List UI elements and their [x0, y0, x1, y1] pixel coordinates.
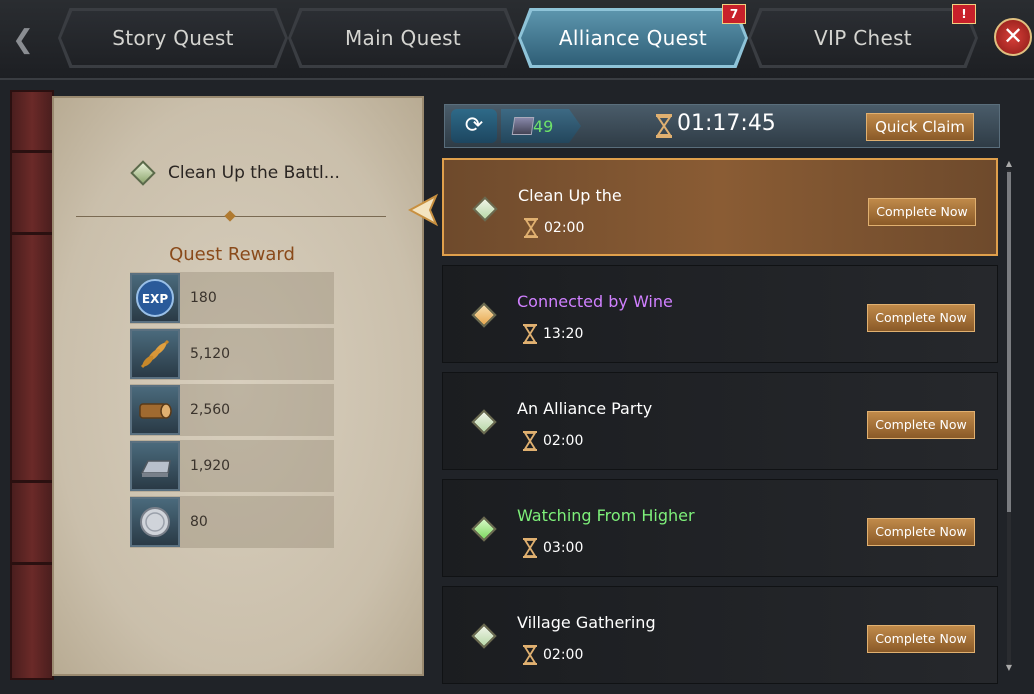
alliance-quest-screen: ❮ Story Quest Main Quest Alliance Quest …: [0, 0, 1034, 694]
quest-diamond-icon: [471, 409, 497, 435]
quest-diamond-icon: [471, 516, 497, 542]
tab-vip-chest-label: VIP Chest: [814, 26, 912, 50]
reward-value: 2,560: [190, 402, 231, 418]
book-page: Clean Up the Battl... Quest Reward EXP 1…: [52, 96, 424, 676]
ticket-count: 49: [533, 117, 554, 136]
quest-item[interactable]: Clean Up the 02:00 Complete Now: [442, 158, 998, 256]
close-icon: ✕: [1002, 22, 1024, 50]
selected-quest-title: Clean Up the Battl...: [168, 163, 340, 183]
quest-diamond-icon: [471, 302, 497, 328]
quest-diamond-icon: [472, 196, 498, 222]
tab-main-quest[interactable]: Main Quest: [288, 8, 518, 68]
tab-alliance-quest[interactable]: Alliance Quest: [518, 8, 748, 68]
reward-row: EXP 180: [130, 272, 334, 324]
exp-icon: EXP: [130, 273, 180, 323]
tab-story-quest-label: Story Quest: [112, 26, 234, 50]
reward-value: 80: [190, 514, 208, 530]
reward-row: 2,560: [130, 384, 334, 436]
wood-log-icon: [130, 385, 180, 435]
reward-row: 80: [130, 496, 334, 548]
refresh-icon: ⟳: [464, 113, 484, 138]
svg-text:EXP: EXP: [142, 292, 168, 306]
quest-ticket-icon: [511, 117, 535, 135]
scroll-thumb[interactable]: [1007, 172, 1011, 512]
quest-item[interactable]: Watching From Higher 03:00 Complete Now: [442, 479, 998, 577]
selected-quest-title-row: Clean Up the Battl...: [130, 158, 340, 188]
quest-name: An Alliance Party: [517, 399, 653, 418]
reward-value: 1,920: [190, 458, 231, 474]
alliance-quest-badge: 7: [722, 4, 746, 24]
complete-now-button[interactable]: Complete Now: [867, 411, 975, 439]
quest-duration: 13:20: [543, 326, 584, 342]
complete-now-button[interactable]: Complete Now: [867, 304, 975, 332]
hourglass-icon: [655, 113, 673, 143]
wheat-icon: [130, 329, 180, 379]
tab-alliance-quest-label: Alliance Quest: [558, 26, 708, 50]
quest-duration: 02:00: [543, 647, 584, 663]
tab-story-quest[interactable]: Story Quest: [58, 8, 288, 68]
quest-item[interactable]: An Alliance Party 02:00 Complete Now: [442, 372, 998, 470]
selection-pointer-icon: [407, 192, 439, 228]
quest-name: Clean Up the: [518, 186, 622, 205]
hourglass-icon: [523, 645, 537, 669]
quest-name: Village Gathering: [517, 613, 656, 632]
scroll-up-icon[interactable]: ▲: [1004, 160, 1014, 168]
quest-diamond-icon: [471, 623, 497, 649]
complete-now-button[interactable]: Complete Now: [868, 198, 976, 226]
close-button[interactable]: ✕: [994, 18, 1032, 56]
quest-detail-book: Clean Up the Battl... Quest Reward EXP 1…: [10, 90, 430, 680]
quest-name: Watching From Higher: [517, 506, 695, 525]
silver-coin-icon: [130, 497, 180, 547]
reward-row: 5,120: [130, 328, 334, 380]
reward-value: 5,120: [190, 346, 231, 362]
refresh-countdown: 01:17:45: [677, 111, 776, 136]
reward-row: 1,920: [130, 440, 334, 492]
refresh-button[interactable]: ⟳: [451, 109, 497, 143]
quick-claim-button[interactable]: Quick Claim: [866, 113, 974, 141]
quest-list: Clean Up the 02:00 Complete Now Connecte…: [440, 158, 1000, 684]
quest-list-scrollbar[interactable]: ▲ ▼: [1004, 160, 1014, 672]
book-spine: [10, 90, 56, 680]
tab-vip-chest[interactable]: VIP Chest: [748, 8, 978, 68]
quest-item[interactable]: Village Gathering 02:00 Complete Now: [442, 586, 998, 684]
quest-duration: 03:00: [543, 540, 584, 556]
tab-main-quest-label: Main Quest: [344, 26, 462, 50]
quest-duration: 02:00: [543, 433, 584, 449]
vip-chest-badge: !: [952, 4, 976, 24]
quest-name: Connected by Wine: [517, 292, 673, 311]
hourglass-icon: [524, 218, 538, 242]
tab-bar: ❮ Story Quest Main Quest Alliance Quest …: [0, 0, 1034, 80]
hourglass-icon: [523, 324, 537, 348]
hourglass-icon: [523, 538, 537, 562]
back-arrow-icon[interactable]: ❮: [0, 20, 46, 60]
timer-bar: ⟳ 49 01:17:45 Quick Claim: [444, 104, 1000, 148]
reward-value: 180: [190, 290, 217, 306]
quest-reward-heading: Quest Reward: [169, 244, 295, 265]
quest-diamond-icon: [130, 160, 156, 186]
hourglass-icon: [523, 431, 537, 455]
quest-item[interactable]: Connected by Wine 13:20 Complete Now: [442, 265, 998, 363]
complete-now-button[interactable]: Complete Now: [867, 625, 975, 653]
complete-now-button[interactable]: Complete Now: [867, 518, 975, 546]
iron-ingot-icon: [130, 441, 180, 491]
scroll-down-icon[interactable]: ▼: [1004, 664, 1014, 672]
divider-ornament: [224, 210, 236, 222]
quest-duration: 02:00: [544, 220, 585, 236]
